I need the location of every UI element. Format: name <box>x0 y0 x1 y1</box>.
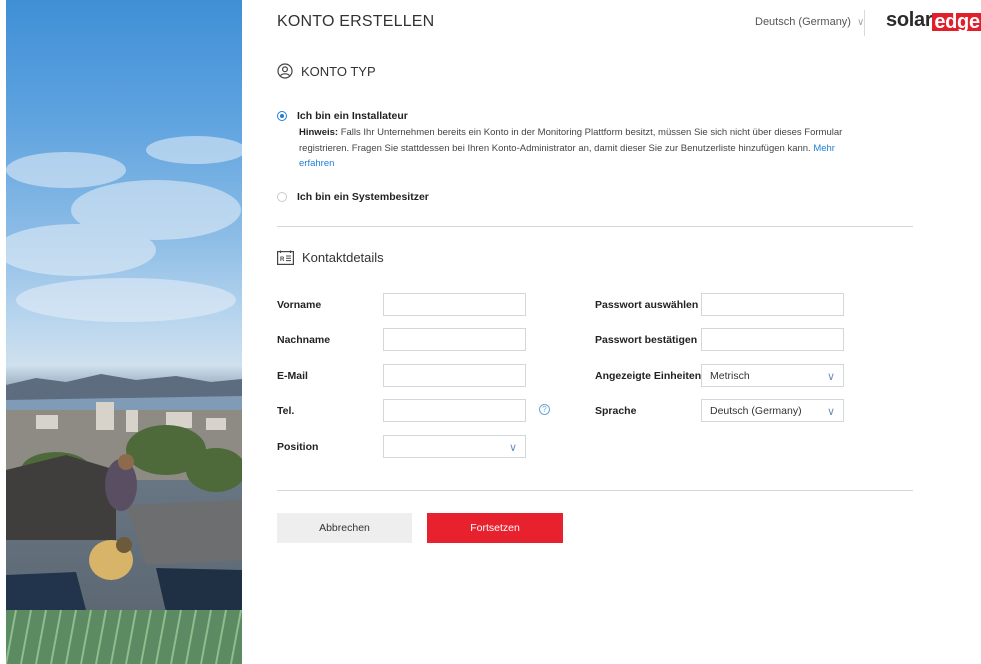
installer-hint: Hinweis: Falls Ihr Unternehmen bereits e… <box>299 125 859 172</box>
solaredge-logo: solar edge <box>886 9 981 32</box>
label-last-name: Nachname <box>277 334 331 346</box>
hero-photo-illustration <box>6 136 242 664</box>
svg-text:R: R <box>280 257 285 263</box>
last-name-input[interactable] <box>383 328 526 351</box>
form-divider <box>277 490 913 491</box>
cancel-button[interactable]: Abbrechen <box>277 513 412 543</box>
account-type-heading: KONTO TYP <box>277 63 376 79</box>
radio-system-owner-control[interactable] <box>277 192 287 202</box>
label-phone: Tel. <box>277 405 295 417</box>
label-first-name: Vorname <box>277 299 322 311</box>
user-circle-icon <box>277 63 293 79</box>
label-email: E-Mail <box>277 370 308 382</box>
header-divider <box>864 10 865 36</box>
hint-text: Falls Ihr Unternehmen bereits ein Konto … <box>299 127 843 154</box>
language-selector[interactable]: Deutsch (Germany) ∨ <box>755 16 864 28</box>
contact-details-heading: R Kontaktdetails <box>277 250 384 265</box>
label-units: Angezeigte Einheiten <box>595 370 702 382</box>
radio-system-owner-label: Ich bin ein Systembesitzer <box>297 191 429 203</box>
label-password-confirm: Passwort bestätigen <box>595 334 698 346</box>
units-select[interactable]: Metrisch ∨ <box>701 364 844 387</box>
radio-installer[interactable]: Ich bin ein Installateur <box>277 110 408 122</box>
help-icon[interactable]: ? <box>539 404 550 415</box>
chevron-down-icon: ∨ <box>508 442 517 454</box>
continue-button[interactable]: Fortsetzen <box>427 513 563 543</box>
logo-edge: edge <box>932 11 981 33</box>
radio-system-owner[interactable]: Ich bin ein Systembesitzer <box>277 191 429 203</box>
password-input[interactable] <box>701 293 844 316</box>
language-select-value: Deutsch (Germany) <box>710 404 802 417</box>
password-confirm-input[interactable] <box>701 328 844 351</box>
radio-installer-control[interactable] <box>277 111 287 121</box>
contact-card-icon: R <box>277 250 294 265</box>
section-divider <box>277 226 913 227</box>
label-language: Sprache <box>595 405 637 417</box>
hero-photo <box>6 0 242 664</box>
first-name-input[interactable] <box>383 293 526 316</box>
language-selector-label: Deutsch (Germany) <box>755 16 851 28</box>
email-input[interactable] <box>383 364 526 387</box>
label-password: Passwort auswählen <box>595 299 699 311</box>
position-select[interactable]: ∨ <box>383 435 526 458</box>
account-type-title: KONTO TYP <box>301 63 376 79</box>
label-position: Position <box>277 441 319 453</box>
chevron-down-icon: ∨ <box>826 406 835 418</box>
phone-input[interactable] <box>383 399 526 422</box>
language-select[interactable]: Deutsch (Germany) ∨ <box>701 399 844 422</box>
logo-solar: solar <box>886 9 933 31</box>
contact-details-title: Kontaktdetails <box>302 250 384 265</box>
radio-installer-label: Ich bin ein Installateur <box>297 110 408 122</box>
page-title: KONTO ERSTELLEN <box>277 13 435 30</box>
chevron-down-icon: ∨ <box>826 371 835 383</box>
hint-label: Hinweis: <box>299 127 339 138</box>
units-select-value: Metrisch <box>710 369 750 382</box>
